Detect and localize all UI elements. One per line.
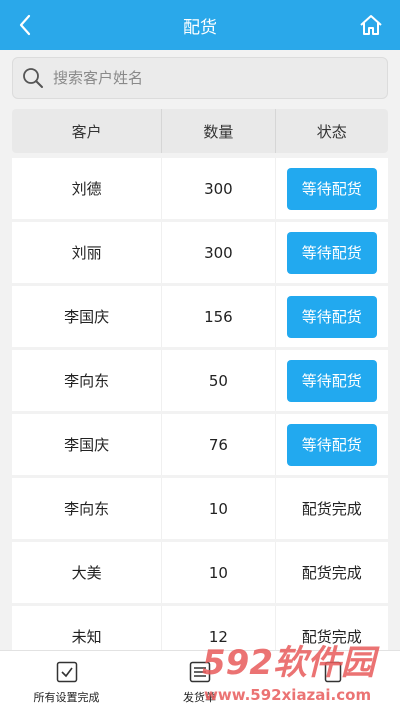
table-row[interactable]: 李国庆 76 等待配货 xyxy=(12,414,388,475)
customer-cell: 李国庆 xyxy=(64,436,110,454)
table-row[interactable]: 李向东 50 等待配货 xyxy=(12,350,388,411)
quantity-cell: 300 xyxy=(204,243,233,262)
home-button[interactable] xyxy=(356,10,386,40)
table-row[interactable]: 李向东 10 配货完成 xyxy=(12,478,388,539)
quantity-cell: 10 xyxy=(208,563,228,582)
customer-cell: 李向东 xyxy=(64,372,110,390)
customer-cell: 刘丽 xyxy=(71,244,102,262)
column-header-quantity: 数量 xyxy=(203,122,234,141)
await-distribution-button[interactable]: 等待配货 xyxy=(286,359,377,402)
table-body: 刘德 300 等待配货 刘丽 300 等待配货 李国庆 156 等待配货 李向东… xyxy=(12,158,388,670)
list-icon xyxy=(189,661,210,683)
customer-cell: 李国庆 xyxy=(64,308,110,326)
column-header-status: 状态 xyxy=(316,122,347,141)
search-icon xyxy=(13,67,53,89)
top-nav-bar: 配货 xyxy=(0,0,400,50)
chevron-left-icon xyxy=(19,14,31,36)
page-title: 配货 xyxy=(183,17,217,38)
quantity-cell: 156 xyxy=(204,307,233,326)
quantity-cell: 76 xyxy=(208,435,228,454)
column-header-customer: 客户 xyxy=(71,122,102,141)
checkbox-icon xyxy=(56,661,77,683)
distribution-complete-status: 配货完成 xyxy=(301,564,362,582)
table-row[interactable]: 刘德 300 等待配货 xyxy=(12,158,388,219)
await-distribution-button[interactable]: 等待配货 xyxy=(286,231,377,274)
shipping-order-label: 发货单 xyxy=(183,691,216,704)
customer-cell: 大美 xyxy=(71,564,102,582)
all-set-complete-button[interactable]: 所有设置完成 xyxy=(0,651,133,711)
doc-icon xyxy=(324,661,341,683)
all-set-complete-label: 所有设置完成 xyxy=(33,691,100,704)
search-bar xyxy=(12,57,388,99)
table-header: 客户 数量 状态 xyxy=(12,109,388,153)
quantity-cell: 12 xyxy=(208,627,228,646)
customer-cell: 刘德 xyxy=(71,180,102,198)
customer-cell: 李向东 xyxy=(64,500,110,518)
quantity-cell: 50 xyxy=(208,371,228,390)
table-row[interactable]: 刘丽 300 等待配货 xyxy=(12,222,388,283)
table-row[interactable]: 李国庆 156 等待配货 xyxy=(12,286,388,347)
await-distribution-button[interactable]: 等待配货 xyxy=(286,423,377,466)
quantity-cell: 300 xyxy=(204,179,233,198)
distribution-complete-status: 配货完成 xyxy=(301,628,362,646)
third-toolbar-button[interactable] xyxy=(266,651,399,711)
home-icon xyxy=(360,15,382,35)
distribution-complete-status: 配货完成 xyxy=(301,500,362,518)
back-button[interactable] xyxy=(8,8,42,42)
await-distribution-button[interactable]: 等待配货 xyxy=(286,167,377,210)
await-distribution-button[interactable]: 等待配货 xyxy=(286,295,377,338)
customer-cell: 未知 xyxy=(71,628,102,646)
bottom-toolbar: 所有设置完成 发货单 xyxy=(0,650,400,711)
search-input[interactable] xyxy=(53,69,373,87)
shipping-order-button[interactable]: 发货单 xyxy=(133,651,266,711)
table-row[interactable]: 大美 10 配货完成 xyxy=(12,542,388,603)
quantity-cell: 10 xyxy=(208,499,228,518)
